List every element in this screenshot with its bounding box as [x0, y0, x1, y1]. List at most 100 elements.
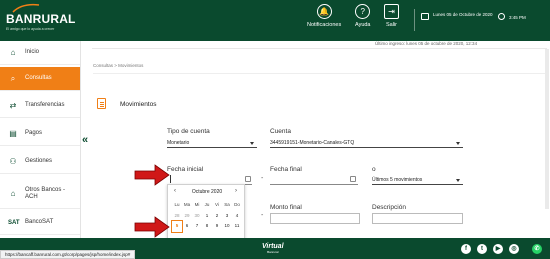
weekday-label: Vi	[215, 202, 219, 207]
descripcion-input[interactable]	[372, 213, 463, 224]
calendar-day[interactable]: 29	[182, 211, 192, 222]
ultimos-select[interactable]: Últimos 5 movimientos	[372, 174, 463, 185]
chevron-down-icon	[456, 179, 460, 182]
notifications-button[interactable]: 🔔 Notificaciones	[307, 4, 341, 28]
range-dash: -	[261, 212, 264, 219]
cuenta-value: 3445919151-Monetario-Canales-GTQ	[270, 140, 355, 146]
calendar-day[interactable]: 3	[222, 211, 232, 222]
weekday-label: Do	[234, 202, 240, 207]
instagram-icon[interactable]: ◎	[509, 244, 519, 254]
tipo-cuenta-label: Tipo de cuenta	[167, 128, 210, 135]
calendar-icon	[421, 13, 429, 20]
calendar-icon[interactable]	[245, 176, 251, 182]
footer-logo-text: Virtual	[262, 243, 284, 250]
scrollbar[interactable]	[545, 49, 549, 209]
calendar-day[interactable]: 6	[182, 221, 192, 232]
payment-icon: ▤	[9, 128, 17, 138]
sidebar-item-label: Inicio	[25, 49, 40, 55]
sidebar-item-bancosat[interactable]: SAT BancoSAT	[0, 211, 80, 235]
footer-logo: Virtual Banrural	[262, 243, 284, 254]
sidebar-item-inicio[interactable]: ⌂ Inicio	[0, 41, 80, 65]
calendar-day[interactable]: 8	[202, 221, 212, 232]
cuenta-select[interactable]: 3445919151-Monetario-Canales-GTQ	[270, 137, 463, 148]
notifications-label: Notificaciones	[307, 22, 342, 28]
people-icon: ⚇	[9, 156, 17, 166]
calendar-grid: Lu Ma Mi Ju Vi Sa Do 28 29 30 1 2 3 4 5 …	[171, 200, 242, 233]
calendar-day[interactable]: 30	[192, 211, 202, 222]
exit-label: Salir	[385, 22, 397, 28]
search-icon: ⌕	[10, 73, 16, 83]
tipo-cuenta-value: Monetario	[167, 140, 190, 146]
sidebar: ⌂ Inicio ⌕ Consultas ⇄ Transferencias ▤ …	[0, 41, 81, 248]
sat-logo-icon: SAT	[8, 219, 20, 226]
help-label: Ayuda	[355, 22, 371, 28]
sidebar-item-consultas[interactable]: ⌕ Consultas	[0, 67, 80, 91]
page-title: Movimientos	[120, 101, 157, 108]
question-icon: ?	[355, 4, 371, 19]
fecha-final-input[interactable]	[270, 174, 358, 185]
calendar-day-selected[interactable]: 5	[171, 220, 183, 233]
exit-button[interactable]: ⇥ Salir	[384, 4, 399, 28]
header-time: 3:45 PM	[509, 15, 526, 20]
weekday-label: Ju	[204, 202, 210, 207]
calendar-day[interactable]: 2	[212, 211, 222, 222]
transfer-icon: ⇄	[9, 100, 17, 110]
divider	[93, 73, 548, 74]
twitter-icon[interactable]: t	[477, 244, 487, 254]
red-pointer-arrow-icon	[134, 216, 170, 238]
o-label: o	[372, 166, 376, 173]
sidebar-item-otros-bancos[interactable]: ⌂ Otros Bancos - ACH	[0, 179, 80, 209]
chevron-down-icon	[456, 142, 460, 145]
sidebar-item-pagos[interactable]: ▤ Pagos	[0, 122, 80, 146]
facebook-icon[interactable]: f	[461, 244, 471, 254]
divider	[92, 48, 547, 49]
sidebar-item-label: Transferencias	[25, 102, 65, 108]
whatsapp-icon[interactable]: ✆	[532, 244, 542, 254]
last-login-text: Último ingreso: lunes 05 de octubre de 2…	[375, 41, 478, 46]
chevron-down-icon	[250, 142, 254, 145]
document-icon	[97, 98, 106, 109]
header-divider	[414, 9, 415, 31]
home-icon: ⌂	[10, 47, 16, 57]
breadcrumb: Consultas > Movimientos	[93, 63, 144, 68]
browser-status-url: https://bancaff.banrural.com.gt/corp/pag…	[0, 250, 136, 259]
calendar-day[interactable]: 4	[232, 211, 242, 222]
brand-logo[interactable]: BANRURAL	[6, 12, 76, 26]
calendar-day[interactable]: 9	[212, 221, 222, 232]
weekday-label: Lu	[174, 202, 180, 207]
sidebar-item-label: Pagos	[25, 130, 43, 136]
footer-logo-sub: Banrural	[267, 250, 279, 254]
calendar-icon[interactable]	[350, 176, 356, 182]
descripcion-label: Descripción	[372, 204, 406, 211]
calendar-day[interactable]: 1	[202, 211, 212, 222]
sidebar-item-label: Gestiones	[25, 158, 53, 164]
weekday-label: Mi	[194, 202, 200, 207]
sidebar-item-gestiones[interactable]: ⚇ Gestiones	[0, 150, 80, 174]
chevron-right-icon[interactable]: ›	[235, 188, 237, 194]
fecha-inicial-label: Fecha inicial	[167, 166, 204, 173]
sidebar-item-label: BancoSAT	[25, 219, 54, 225]
collapse-sidebar-chevron-icon[interactable]: «	[82, 134, 88, 146]
weekday-label: Sa	[224, 202, 230, 207]
bell-icon: 🔔	[316, 4, 332, 19]
youtube-icon[interactable]: ▶	[493, 244, 503, 254]
calendar-day[interactable]: 10	[222, 221, 232, 232]
sidebar-item-transferencias[interactable]: ⇄ Transferencias	[0, 94, 80, 118]
tipo-cuenta-select[interactable]: Monetario	[167, 137, 257, 148]
monto-final-label: Monto final	[270, 204, 302, 211]
monto-final-input[interactable]	[270, 213, 360, 224]
logout-icon: ⇥	[384, 4, 399, 19]
calendar-day[interactable]: 7	[192, 221, 202, 232]
top-header	[0, 0, 550, 41]
calendar-day[interactable]: 28	[172, 211, 182, 222]
help-button[interactable]: ? Ayuda	[355, 4, 371, 28]
header-date: Lunes 05 de Octubre de 2020	[433, 12, 493, 17]
red-pointer-arrow-icon	[134, 164, 170, 186]
calendar-day[interactable]: 11	[232, 221, 242, 232]
weekday-label: Ma	[183, 202, 191, 207]
sidebar-item-label: Otros Bancos - ACH	[25, 186, 66, 200]
cuenta-label: Cuenta	[270, 128, 291, 135]
fecha-final-label: Fecha final	[270, 166, 302, 173]
ultimos-value: Últimos 5 movimientos	[372, 177, 423, 183]
brand-tagline: El amigo que lo ayuda a crecer	[6, 27, 55, 31]
